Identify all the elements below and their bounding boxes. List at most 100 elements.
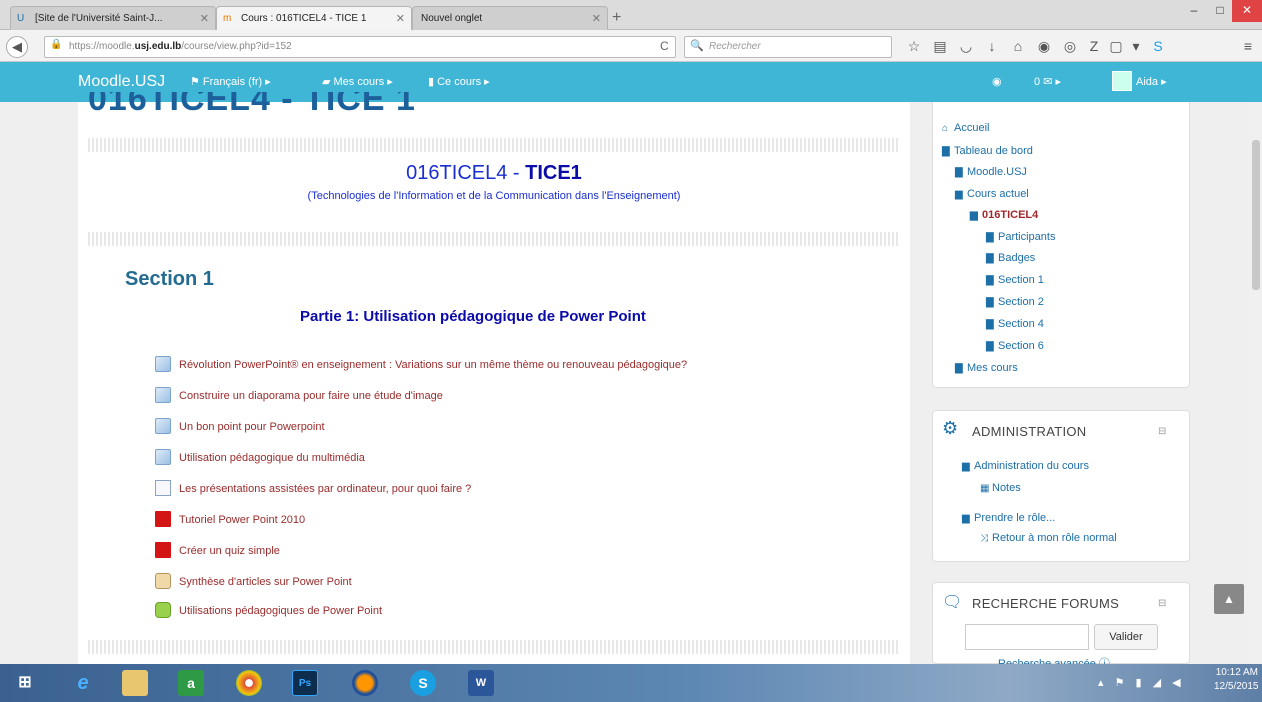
block-toggle-icon[interactable]: ⊟ [1158,426,1166,437]
nav-item-course-code[interactable]: ▆ 016TICEL4 [970,205,1038,226]
taskbar-clock[interactable]: 10:12 AM 12/5/2015 [1214,666,1259,694]
reading-list-icon[interactable]: ▤ [930,38,950,55]
download-icon[interactable]: ↓ [982,38,1002,54]
url-path: /course/view.php?id=152 [181,41,292,52]
word-icon[interactable]: W [468,670,494,696]
search-submit-button[interactable]: Valider [1094,624,1158,650]
moodle-favicon: m [223,13,232,24]
messages-menu[interactable]: 0 ✉ ▸ [1034,62,1061,102]
admin-item-return-role[interactable]: ⤨ Retour à mon rôle normal [980,528,1117,549]
star-icon[interactable]: ☆ [904,38,924,55]
menu-icon[interactable]: ≡ [1238,38,1258,54]
nav-item-moodle[interactable]: ▇ Moodle.USJ [955,162,1027,183]
nav-item-section-6[interactable]: ▇ Section 6 [986,336,1044,357]
firefox-icon[interactable] [352,670,378,696]
activity-link[interactable]: Utilisations pédagogiques de Power Point [155,600,382,622]
advanced-search-link[interactable]: Recherche avancée ⓘ [998,656,1110,664]
clock-time: 10:12 AM [1215,667,1258,678]
nav-item-dashboard[interactable]: ▇ Tableau de bord [942,141,1033,162]
tab-close-icon[interactable]: ✕ [396,7,405,30]
divider [88,138,900,152]
scrollbar-thumb[interactable] [1252,140,1260,290]
back-to-top-button[interactable]: ▲ [1214,584,1244,614]
activity-link[interactable]: Un bon point pour Powerpoint [155,416,325,438]
extension-icon[interactable]: ◉ [1034,38,1054,55]
windows-start-icon[interactable]: ⊞ [12,670,38,696]
gears-icon: ⚙ [942,418,959,438]
eye-icon[interactable]: ◉ [992,62,1002,102]
language-label: Français (fr) ▸ [202,76,271,88]
internet-explorer-icon[interactable]: e [70,670,96,696]
section-title: Section 1 [125,268,214,290]
nav-item-badges[interactable]: ▇ Badges [986,248,1035,269]
tab-course[interactable]: m Cours : 016TICEL4 - TICE 1 ✕ [216,6,412,30]
search-icon: 🔍 [690,40,704,52]
extension-icon[interactable]: ◎ [1060,38,1080,55]
home-icon[interactable]: ⌂ [1008,38,1028,54]
flag-icon: ⚑ [190,76,203,88]
tab-label: Nouvel onglet [421,13,483,24]
minimize-button[interactable]: – [1180,0,1208,22]
nav-item-section-1[interactable]: ▇ Section 1 [986,270,1044,291]
comments-icon: 🗨 [942,594,963,611]
nav-item-participants[interactable]: ▇ Participants [986,227,1055,248]
this-course-label: Ce cours ▸ [437,76,490,88]
browser-search-input[interactable]: Rechercher [684,36,892,58]
maximize-button[interactable]: □ [1208,0,1232,22]
nav-item-section-4[interactable]: ▇ Section 4 [986,314,1044,335]
reload-icon[interactable]: C [660,39,669,53]
nav-label: Participants [998,231,1056,243]
close-window-button[interactable]: ✕ [1232,0,1262,22]
avatar[interactable] [1112,71,1132,91]
forum-search-input[interactable] [965,624,1089,650]
chrome-icon[interactable] [236,670,262,696]
back-button[interactable]: ◀ [6,36,28,58]
tab-site-usj[interactable]: U [Site de l'Université Saint-J... ✕ [10,6,216,30]
forum-icon [155,602,171,619]
zotero-icon[interactable]: Z [1084,38,1104,54]
tab-new[interactable]: Nouvel onglet ✕ [412,6,608,30]
nav-item-my-courses[interactable]: ▇ Mes cours [955,358,1018,379]
activity-link[interactable]: Révolution PowerPoint® en enseignement :… [155,354,687,376]
activity-link[interactable]: Créer un quiz simple [155,540,280,562]
activity-link[interactable]: Tutoriel Power Point 2010 [155,509,305,531]
folder-icon: ▇ [986,253,994,264]
skype-icon[interactable]: S [410,670,436,696]
nav-label: 016TICEL4 [982,209,1039,221]
this-course-menu[interactable]: ▮ Ce cours ▸ [428,62,490,102]
pocket-icon[interactable]: ◡ [956,38,976,55]
admin-item-course[interactable]: ▆ Administration du cours [962,456,1089,477]
store-icon[interactable]: a [178,670,204,696]
system-tray[interactable]: ▴ ⚑ ▮ ◢ ◀ [1098,676,1185,689]
user-menu[interactable]: Aida ▸ [1136,62,1167,102]
skype-icon[interactable]: S [1148,38,1168,54]
nav-label: Accueil [954,122,990,134]
tab-close-icon[interactable]: ✕ [592,7,601,30]
url-bar[interactable]: https://moodle.usj.edu.lb/course/view.ph… [44,36,676,58]
activity-link[interactable]: Construire un diaporama pour faire une é… [155,385,443,407]
photoshop-icon[interactable]: Ps [292,670,318,696]
nav-label: Section 2 [998,296,1044,308]
activity-link[interactable]: Les présentations assistées par ordinate… [155,478,471,500]
file-explorer-icon[interactable] [122,670,148,696]
nav-label: Moodle.USJ [967,166,1027,178]
nav-item-accueil[interactable]: ⌂ Accueil [942,118,989,139]
folder-icon: ▇ [986,232,994,243]
activity-link[interactable]: Synthèse d'articles sur Power Point [155,571,352,593]
admin-item-switch-role[interactable]: ▆ Prendre le rôle... [962,508,1055,529]
new-tab-button[interactable]: + [612,9,621,27]
nav-item-current-course[interactable]: ▆ Cours actuel [955,184,1029,205]
url-icon [155,418,171,435]
folder-icon: ▇ [955,167,963,178]
nav-item-section-2[interactable]: ▇ Section 2 [986,292,1044,313]
tab-close-icon[interactable]: ✕ [200,7,209,30]
extension-icon[interactable]: ▢ [1106,38,1126,55]
dropdown-icon[interactable]: ▾ [1126,38,1146,55]
activity-link[interactable]: Utilisation pédagogique du multimédia [155,447,365,469]
block-toggle-icon[interactable]: ⊟ [1158,598,1166,609]
page-icon [155,480,171,497]
admin-item-notes[interactable]: ▦ Notes [980,478,1021,499]
folder-icon: ▇ [986,275,994,286]
grades-icon: ▦ [980,483,990,494]
folder-open-icon: ▆ [955,189,963,200]
